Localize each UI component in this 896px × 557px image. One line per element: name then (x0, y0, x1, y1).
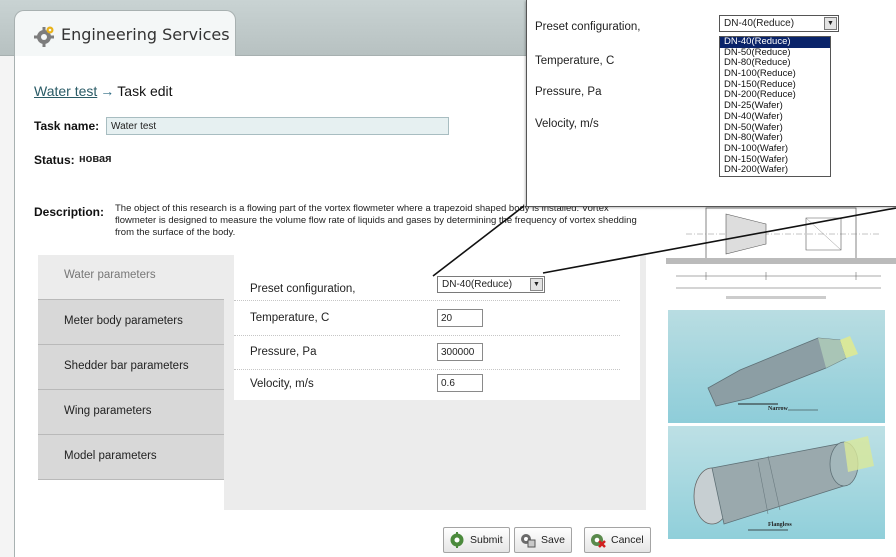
form-row-temperature: Temperature, C (234, 306, 620, 336)
submit-icon (450, 532, 464, 548)
breadcrumb-arrow: → (100, 83, 115, 99)
breadcrumb: Water test → Task edit (34, 83, 173, 99)
page-title: Task edit (117, 83, 173, 99)
zoom-preset-select-value: DN-40(Reduce) (724, 18, 795, 29)
velocity-input[interactable] (437, 374, 483, 392)
render-narrow-caption: Narrow (768, 406, 788, 412)
save-button[interactable]: Save (514, 527, 572, 553)
gear-icon (34, 26, 54, 47)
description-text: The object of this research is a flowing… (115, 203, 637, 238)
save-icon (521, 534, 536, 548)
app-tab[interactable]: Engineering Services (14, 10, 236, 56)
zoom-pressure-label: Pressure, Pa (535, 86, 602, 98)
preset-dropdown-list: DN-40(Reduce) DN-50(Reduce) DN-80(Reduce… (719, 36, 831, 177)
form-row-pressure: Pressure, Pa (234, 340, 620, 370)
save-button-label: Save (541, 534, 565, 546)
nav-item-water-parameters[interactable]: Water parameters (38, 255, 224, 300)
zoom-preset-label: Preset configuration, (535, 21, 641, 33)
cancel-button[interactable]: Cancel (584, 527, 651, 553)
breadcrumb-parent-link[interactable]: Water test (34, 83, 97, 99)
render-flangless-image: Flangless (668, 426, 885, 539)
form-row-preset: Preset configuration, DN-40(Reduce) ▼ (234, 269, 620, 301)
zoom-callout: Preset configuration, DN-40(Reduce) ▼ Te… (526, 0, 896, 207)
app-window: Engineering Services Water test → Task edi… (0, 0, 896, 557)
water-parameters-form: Preset configuration, DN-40(Reduce) ▼ Te… (234, 255, 640, 400)
status-label: Status: (34, 153, 75, 167)
temperature-label: Temperature, C (250, 312, 330, 324)
nav-item-model-parameters[interactable]: Model parameters (38, 435, 224, 480)
submit-button-label: Submit (470, 534, 503, 546)
form-area: Preset configuration, DN-40(Reduce) ▼ Te… (224, 255, 646, 510)
nav-item-wing-parameters[interactable]: Wing parameters (38, 390, 224, 435)
preset-select-value: DN-40(Reduce) (442, 279, 513, 290)
app-title: Engineering Services (61, 25, 230, 44)
dropdown-option[interactable]: DN-100(Wafer) (720, 143, 830, 155)
zoom-preset-select[interactable]: DN-40(Reduce) ▼ (719, 15, 839, 32)
pressure-label: Pressure, Pa (250, 346, 317, 358)
preset-label: Preset configuration, (250, 283, 356, 295)
nav-item-shedder-bar-parameters[interactable]: Shedder bar parameters (38, 345, 224, 390)
submit-button[interactable]: Submit (443, 527, 510, 553)
preset-select[interactable]: DN-40(Reduce) ▼ (437, 276, 545, 293)
dropdown-option[interactable]: DN-40(Wafer) (720, 111, 830, 123)
status-value: новая (79, 153, 112, 165)
velocity-label: Velocity, m/s (250, 378, 314, 390)
task-name-input[interactable] (106, 117, 449, 135)
pressure-input[interactable] (437, 343, 483, 361)
technical-drawing (666, 200, 896, 304)
parameters-nav: Water parameters Meter body parameters S… (38, 255, 224, 480)
render-narrow-image: Narrow (668, 310, 885, 423)
chevron-down-icon[interactable]: ▼ (824, 17, 837, 30)
dropdown-option[interactable]: DN-200(Wafer) (720, 165, 830, 176)
zoom-velocity-label: Velocity, m/s (535, 118, 599, 130)
temperature-input[interactable] (437, 309, 483, 327)
chevron-down-icon[interactable]: ▼ (530, 278, 543, 291)
cancel-button-label: Cancel (611, 534, 644, 546)
form-row-velocity: Velocity, m/s (234, 370, 620, 400)
description-label: Description: (34, 205, 105, 219)
render-flangless-caption: Flangless (768, 522, 792, 528)
cancel-icon (591, 534, 606, 548)
nav-item-meter-body-parameters[interactable]: Meter body parameters (38, 300, 224, 345)
task-name-label: Task name: (34, 119, 100, 133)
zoom-temperature-label: Temperature, C (535, 55, 615, 67)
drawing-graphic (666, 207, 896, 299)
